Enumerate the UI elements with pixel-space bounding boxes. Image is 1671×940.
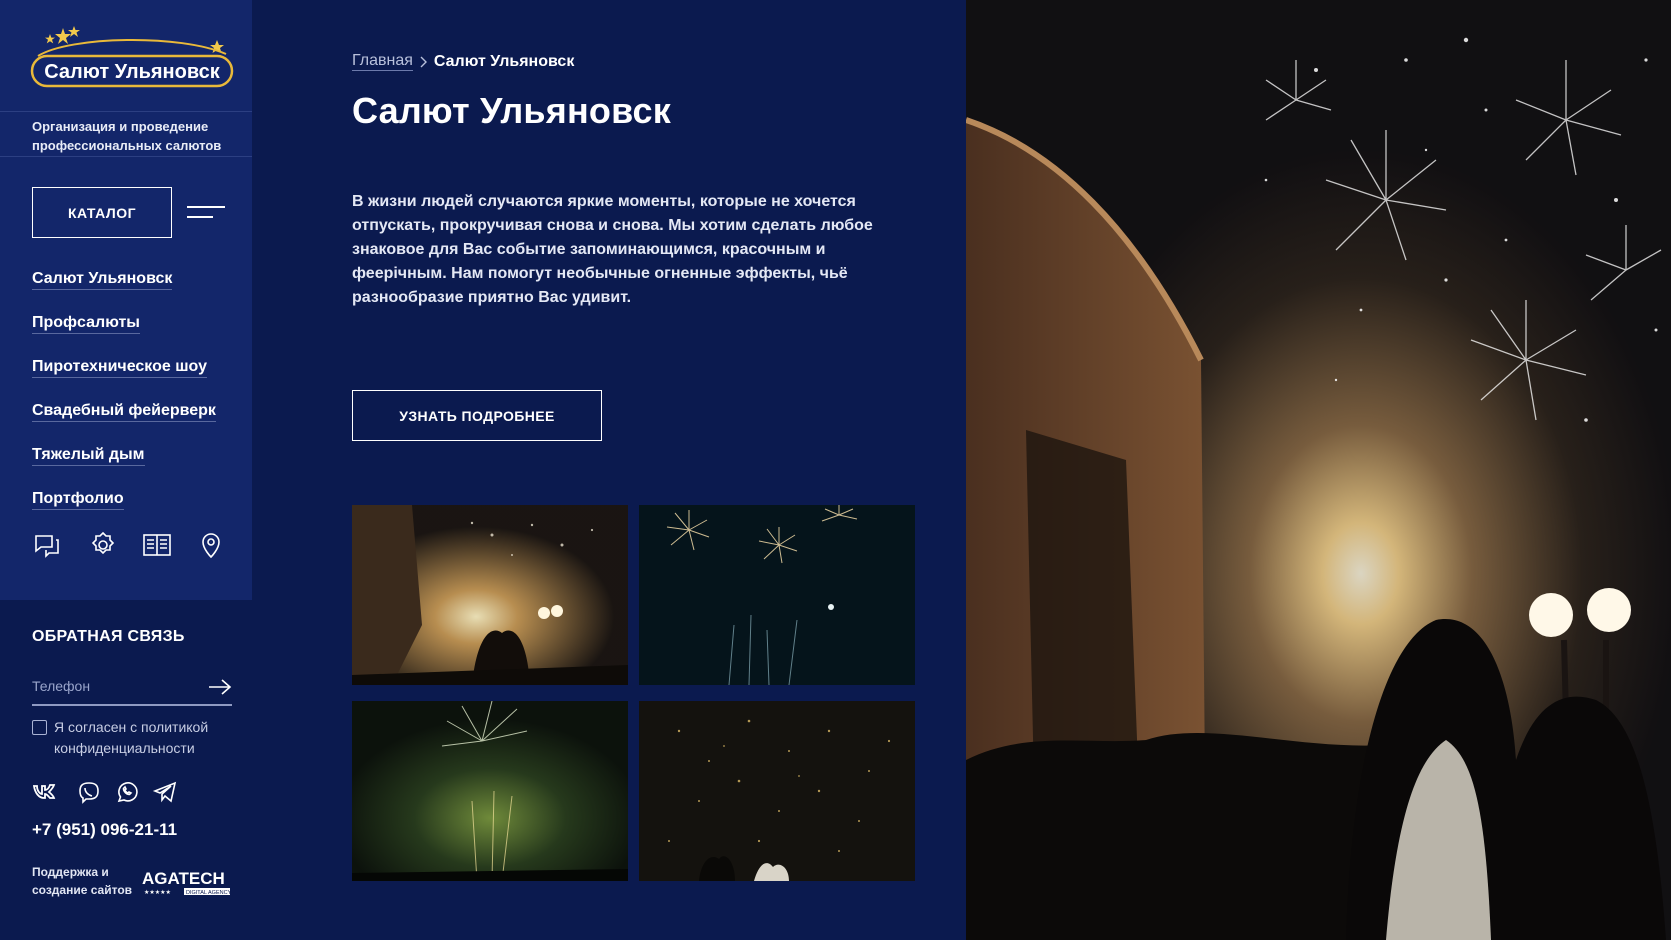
nav-item-salut-ulyanovsk: Салют Ульяновск	[32, 270, 216, 314]
support-line: создание сайтов	[32, 883, 133, 897]
learn-more-button[interactable]: УЗНАТЬ ПОДРОБНЕЕ	[352, 390, 602, 441]
intro-line: разнообразие приятно Вас удивит.	[352, 289, 632, 306]
intro-line: знаковое для Вас событие запоминающимся,…	[352, 241, 826, 258]
gallery-photo[interactable]	[639, 701, 915, 881]
svg-text:★★★★★: ★★★★★	[144, 889, 171, 896]
breadcrumb: Главная Салют Ульяновск	[352, 52, 574, 71]
nav-item-heavy-smoke: Тяжелый дым	[32, 446, 216, 490]
nav-link[interactable]: Салют Ульяновск	[32, 270, 173, 290]
chevron-right-icon	[420, 56, 427, 67]
breadcrumb-current: Салют Ульяновск	[433, 52, 575, 70]
consent-checkbox[interactable]	[32, 720, 47, 735]
breadcrumb-home-link[interactable]: Главная	[352, 52, 413, 71]
tagline-line: Организация и проведение	[32, 119, 209, 134]
viber-icon[interactable]	[76, 780, 102, 804]
consent-line: конфиденциальности	[54, 740, 195, 756]
nav-item-portfolio: Портфолио	[32, 490, 216, 534]
logo-text: Салют Ульяновск	[44, 61, 221, 83]
feedback-title: ОБРАТНАЯ СВЯЗЬ	[32, 628, 185, 645]
contact-phone-link[interactable]: +7 (951) 096-21-11	[32, 820, 177, 840]
photo-gallery	[352, 505, 917, 881]
intro-text: В жизни людей случаются яркие моменты, к…	[352, 190, 882, 310]
nav-link[interactable]: Профсалюты	[32, 314, 140, 334]
intro-line: В жизни людей случаются яркие моменты, к…	[352, 193, 856, 210]
whatsapp-icon[interactable]	[114, 780, 140, 804]
page-title: Салют Ульяновск	[352, 90, 671, 131]
menu-burger-icon[interactable]	[187, 206, 225, 220]
nav-item-wedding-fireworks: Свадебный фейерверк	[32, 402, 216, 446]
site-logo[interactable]: Салют Ульяновск	[30, 26, 234, 88]
nav-link[interactable]: Тяжелый дым	[32, 446, 145, 466]
main-nav: Салют Ульяновск Профсалюты Пиротехническ…	[32, 270, 216, 534]
consent-label: Я согласен с политикой конфиденциальност…	[54, 717, 244, 759]
book-icon[interactable]	[142, 530, 172, 560]
nav-item-pyro-show: Пиротехническое шоу	[32, 358, 216, 402]
send-arrow-icon[interactable]	[208, 677, 232, 697]
sidebar-menu-panel: Салют Ульяновск Организация и проведение…	[0, 0, 252, 600]
phone-input[interactable]	[32, 668, 232, 706]
settings-badge-icon[interactable]	[88, 530, 118, 560]
nav-link[interactable]: Пиротехническое шоу	[32, 358, 207, 378]
agency-sub: DIGITAL AGENCY	[186, 890, 232, 896]
tagline: Организация и проведение профессиональны…	[0, 111, 252, 157]
gallery-photo[interactable]	[352, 701, 628, 881]
gallery-photo[interactable]	[352, 505, 628, 685]
telegram-icon[interactable]	[152, 780, 178, 804]
nav-link[interactable]: Свадебный фейерверк	[32, 402, 216, 422]
nav-item-prof-salutes: Профсалюты	[32, 314, 216, 358]
intro-line: отпускать, прокручивая снова и снова. Мы…	[352, 217, 873, 234]
catalog-button[interactable]: КАТАЛОГ	[32, 187, 172, 238]
agency-name: AGATECH	[142, 869, 225, 888]
tagline-line: профессиональных салютов	[32, 138, 222, 153]
location-pin-icon[interactable]	[196, 530, 226, 560]
vk-icon[interactable]	[32, 780, 58, 804]
gallery-photo[interactable]	[639, 505, 915, 685]
main-content: Главная Салют Ульяновск Салют Ульяновск …	[252, 0, 966, 940]
consent-line: Я согласен с политикой	[54, 719, 209, 735]
support-line: Поддержка и	[32, 865, 109, 879]
agatech-logo[interactable]: AGATECH ★★★★★ DIGITAL AGENCY	[142, 866, 232, 896]
intro-line: феерічным. Нам помогут необычные огненны…	[352, 265, 848, 282]
nav-link[interactable]: Портфолио	[32, 490, 124, 510]
sidebar: Салют Ульяновск Организация и проведение…	[0, 0, 252, 940]
hero-photo	[966, 0, 1671, 940]
support-label: Поддержка и создание сайтов	[32, 863, 132, 899]
reviews-icon[interactable]	[32, 530, 62, 560]
